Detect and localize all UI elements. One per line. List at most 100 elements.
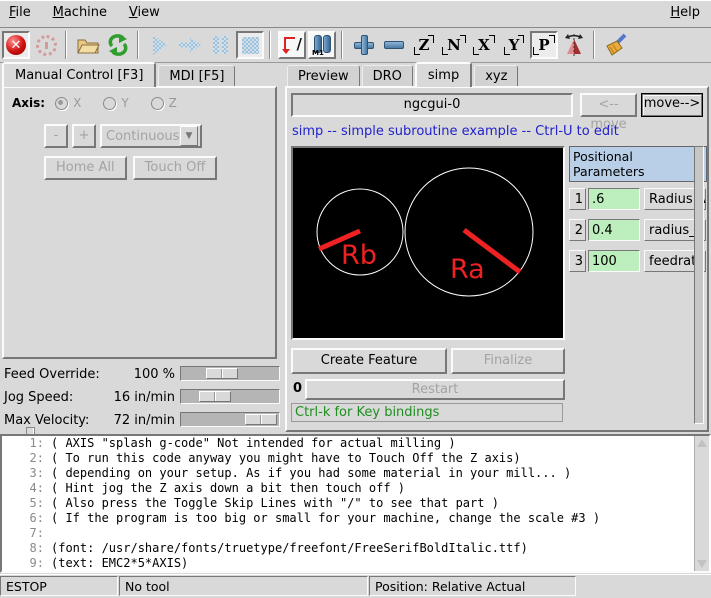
axis-radio-z[interactable]: Z — [151, 96, 177, 110]
scroll-down-icon[interactable] — [697, 560, 707, 568]
open-file-button[interactable] — [74, 31, 102, 59]
reload-button[interactable] — [104, 31, 132, 59]
estop-button[interactable]: ✕ — [2, 31, 30, 59]
view-y-button[interactable]: Y — [500, 31, 528, 59]
tab-mdi[interactable]: MDI [F5] — [158, 65, 235, 87]
clear-plot-button[interactable] — [602, 31, 630, 59]
param-number: 1 — [569, 188, 586, 210]
gcode-line: 8:(font: /usr/share/fonts/truetype/freef… — [2, 541, 709, 556]
axis-label: Axis: — [12, 96, 45, 110]
parameter-row: 3 100 feedrate — [569, 249, 707, 273]
circles-drawing: Rb Ra — [293, 148, 563, 338]
menu-file[interactable]: File — [0, 0, 40, 24]
zoom-in-icon — [354, 35, 374, 55]
stop-icon — [242, 37, 259, 54]
zoom-out-button[interactable] — [380, 31, 408, 59]
status-position-mode: Position: Relative Actual — [369, 576, 576, 596]
tab-xyz[interactable]: xyz — [474, 65, 518, 87]
view-z-button[interactable]: Z — [410, 31, 438, 59]
jog-minus-button[interactable]: - — [44, 124, 68, 148]
axis-y-label: Y — [121, 96, 128, 110]
positional-parameters: Positional Parameters 1 .6 Radius A 2 0.… — [569, 146, 707, 280]
finalize-button[interactable]: Finalize — [451, 348, 565, 374]
gcode-line: 2:( To run this code anyway you might ha… — [2, 451, 709, 466]
optional-pause-button[interactable]: M1 — [308, 31, 336, 59]
broom-icon — [604, 33, 628, 57]
axis-radio-x[interactable]: X — [55, 96, 81, 110]
tab-dro[interactable]: DRO — [362, 65, 413, 87]
param-value-input[interactable]: 0.4 — [588, 219, 640, 241]
pause-button[interactable] — [206, 31, 234, 59]
optional-pause-icon: M1 — [312, 35, 332, 55]
radio-dot — [151, 97, 164, 110]
radius-b-label: Rb — [341, 240, 377, 271]
slider-handle[interactable] — [206, 368, 238, 379]
max-velocity-value: 72 in/min — [90, 413, 175, 428]
parameters-header: Positional Parameters — [569, 146, 707, 182]
ngcgui-scrollbar[interactable] — [694, 146, 704, 424]
toolbar-separator — [65, 31, 67, 59]
move-left-button[interactable]: <--move — [580, 93, 637, 117]
chevron-down-icon: ▼ — [180, 126, 198, 146]
step-button[interactable] — [176, 31, 204, 59]
toolbar-separator — [593, 31, 595, 59]
param-value-input[interactable]: 100 — [588, 250, 640, 272]
view-x-icon: X — [475, 36, 493, 54]
param-number: 2 — [569, 219, 586, 241]
create-feature-button[interactable]: Create Feature — [291, 348, 447, 374]
menu-help[interactable]: Help — [661, 0, 709, 24]
axis-z-label: Z — [169, 96, 177, 110]
jog-speed-slider[interactable] — [180, 389, 280, 404]
restart-count: 0 — [293, 381, 302, 396]
gcode-text-area[interactable]: 1:( AXIS "splash g-code" Not intended fo… — [0, 434, 711, 573]
rotate-view-button[interactable] — [560, 31, 588, 59]
run-button[interactable] — [146, 31, 174, 59]
preview-canvas[interactable]: Rb Ra — [291, 146, 565, 340]
move-right-button[interactable]: move--> — [641, 93, 703, 117]
toggle-skip-lines-button[interactable]: / — [278, 31, 306, 59]
view-z2-button[interactable]: N — [440, 31, 468, 59]
sliders-section: Feed Override: 100 % Jog Speed: 16 in/mi… — [0, 364, 283, 433]
main-area: Manual Control [F3] MDI [F5] Axis: X Y Z — [0, 62, 711, 434]
gcode-line: 4:( Hint jog the Z axis down a bit then … — [2, 481, 709, 496]
gcode-line: 3:( depending on your setup. As if you h… — [2, 466, 709, 481]
left-tabbar: Manual Control [F3] MDI [F5] — [2, 64, 237, 87]
touch-off-button[interactable]: Touch Off — [133, 156, 218, 180]
feed-override-value: 100 % — [90, 367, 175, 382]
view-p-icon: P — [535, 36, 552, 54]
menu-machine[interactable]: Machine — [44, 0, 116, 24]
zoom-in-button[interactable] — [350, 31, 378, 59]
tab-manual-control[interactable]: Manual Control [F3] — [2, 62, 156, 87]
power-icon — [36, 35, 57, 56]
restart-button[interactable]: Restart — [305, 379, 565, 400]
param-value-input[interactable]: .6 — [588, 188, 640, 210]
radius-a-label: Ra — [450, 254, 485, 285]
jog-mode-combobox[interactable]: Continuous ▼ — [100, 124, 202, 148]
radio-dot — [103, 97, 116, 110]
statusbar: ESTOP No tool Position: Relative Actual — [0, 574, 711, 598]
slider-handle[interactable] — [245, 414, 277, 425]
slider-handle[interactable] — [199, 391, 231, 402]
tab-simp[interactable]: simp — [415, 62, 472, 87]
axis-radio-y[interactable]: Y — [103, 96, 128, 110]
toolbar-separator — [269, 31, 271, 59]
menu-view[interactable]: View — [120, 0, 169, 24]
jog-plus-button[interactable]: + — [72, 124, 96, 148]
gcode-scrollbar[interactable] — [694, 436, 709, 571]
tab-preview[interactable]: Preview — [287, 65, 360, 87]
scroll-up-icon[interactable] — [697, 439, 707, 447]
rotate-icon — [562, 33, 586, 57]
right-tabbar: Preview DRO simp xyz — [287, 64, 520, 87]
run-icon — [153, 35, 167, 55]
step-icon — [179, 38, 201, 52]
max-velocity-slider[interactable] — [180, 412, 280, 427]
ngcgui-name-field[interactable]: ngcgui-0 — [291, 93, 573, 117]
feed-override-slider[interactable] — [180, 366, 280, 381]
view-y-icon: Y — [506, 36, 523, 54]
folder-icon — [76, 35, 100, 55]
machine-power-button[interactable] — [32, 31, 60, 59]
stop-button[interactable] — [236, 31, 264, 59]
view-x-button[interactable]: X — [470, 31, 498, 59]
view-p-button[interactable]: P — [530, 31, 558, 59]
home-all-button[interactable]: Home All — [44, 156, 127, 180]
